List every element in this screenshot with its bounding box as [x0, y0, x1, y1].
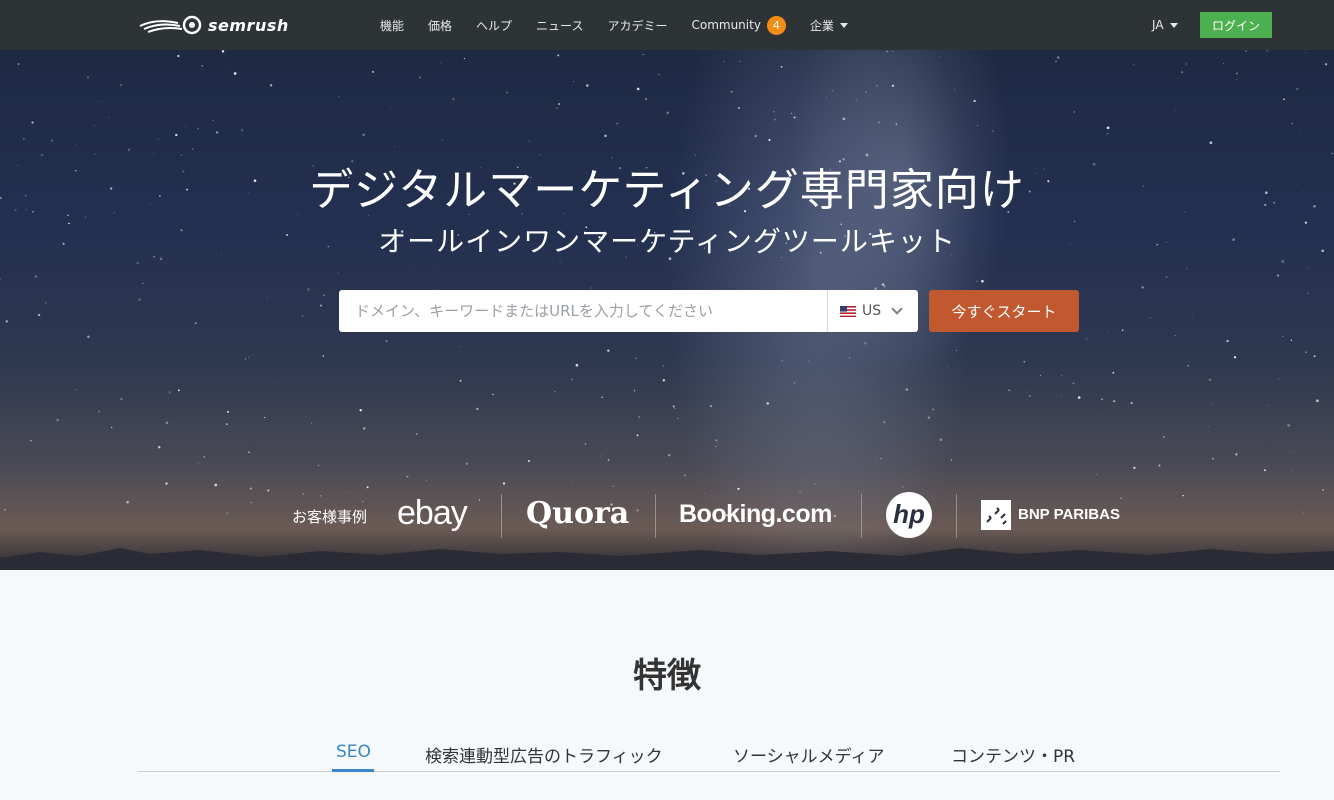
nav-label: アカデミー [607, 18, 668, 33]
us-flag-icon [840, 305, 856, 317]
nav-item-academy[interactable]: アカデミー [607, 17, 667, 34]
hp-logo: hp [886, 492, 932, 538]
tab-social-media[interactable]: ソーシャルメディア [733, 742, 884, 767]
nav-item-help[interactable]: ヘルプ [476, 17, 512, 34]
tab-search-ads-traffic[interactable]: 検索連動型広告のトラフィック [425, 742, 663, 767]
search-bar: US [339, 290, 918, 332]
nav-label: ニュース [536, 18, 584, 33]
logo-separator [501, 494, 502, 538]
ebay-logo: ebay [397, 494, 468, 532]
language-selector[interactable]: JA [1152, 0, 1178, 50]
language-label: JA [1152, 18, 1164, 32]
top-navbar: semrush 機能 価格 ヘルプ ニュース アカデミー Community 4… [0, 0, 1334, 50]
main-menu: 機能 価格 ヘルプ ニュース アカデミー Community 4 企業 [380, 0, 872, 50]
quora-logo: Quora [526, 496, 630, 531]
nav-item-community[interactable]: Community 4 [691, 15, 786, 35]
semrush-fireball-icon [139, 15, 202, 35]
nav-label: ヘルプ [476, 18, 513, 33]
nav-item-pricing[interactable]: 価格 [428, 17, 452, 34]
semrush-logo[interactable]: semrush [138, 14, 289, 36]
start-now-button[interactable]: 今すぐスタート [929, 290, 1079, 332]
nav-label: 企業 [809, 18, 834, 33]
client-logos: お客様事例 ebay Quora Booking.com hp BNP PARI… [0, 490, 1334, 540]
hero-title: デジタルマーケティング専門家向け [309, 165, 1025, 216]
caret-down-icon [1169, 22, 1178, 28]
tab-content-pr[interactable]: コンテンツ・PR [951, 742, 1075, 767]
logo-separator [655, 494, 656, 538]
chevron-down-icon [891, 303, 903, 315]
logo-wordmark: semrush [208, 15, 289, 35]
nav-item-features[interactable]: 機能 [380, 17, 404, 34]
nav-item-news[interactable]: ニュース [536, 17, 583, 34]
booking-logo: Booking.com [679, 500, 832, 528]
logo-separator [956, 494, 957, 538]
login-button[interactable]: ログイン [1200, 12, 1272, 38]
feature-tabs: SEO 検索連動型広告のトラフィック ソーシャルメディア コンテンツ・PR [138, 732, 1280, 772]
domain-search-input[interactable] [339, 290, 827, 332]
clients-label: お客様事例 [292, 508, 368, 526]
bnp-paribas-stars-icon [981, 500, 1011, 530]
database-label: US [862, 303, 882, 319]
nav-label: 機能 [380, 18, 405, 33]
logo-separator [861, 494, 862, 538]
nav-label: Community [691, 18, 761, 32]
tab-seo[interactable]: SEO [336, 742, 371, 762]
nav-item-company[interactable]: 企業 [810, 17, 848, 34]
caret-down-icon [839, 22, 848, 28]
hero-section: デジタルマーケティング専門家向け オールインワンマーケティングツールキット US… [0, 50, 1334, 570]
hero-subtitle: オールインワンマーケティングツールキット [378, 225, 956, 258]
bnp-paribas-logo: BNP PARIBAS [1018, 506, 1120, 523]
features-title: 特徴 [633, 656, 701, 696]
active-tab-indicator [332, 769, 374, 772]
nav-label: 価格 [428, 18, 453, 33]
database-selector[interactable]: US [827, 290, 918, 332]
community-badge: 4 [766, 15, 786, 35]
